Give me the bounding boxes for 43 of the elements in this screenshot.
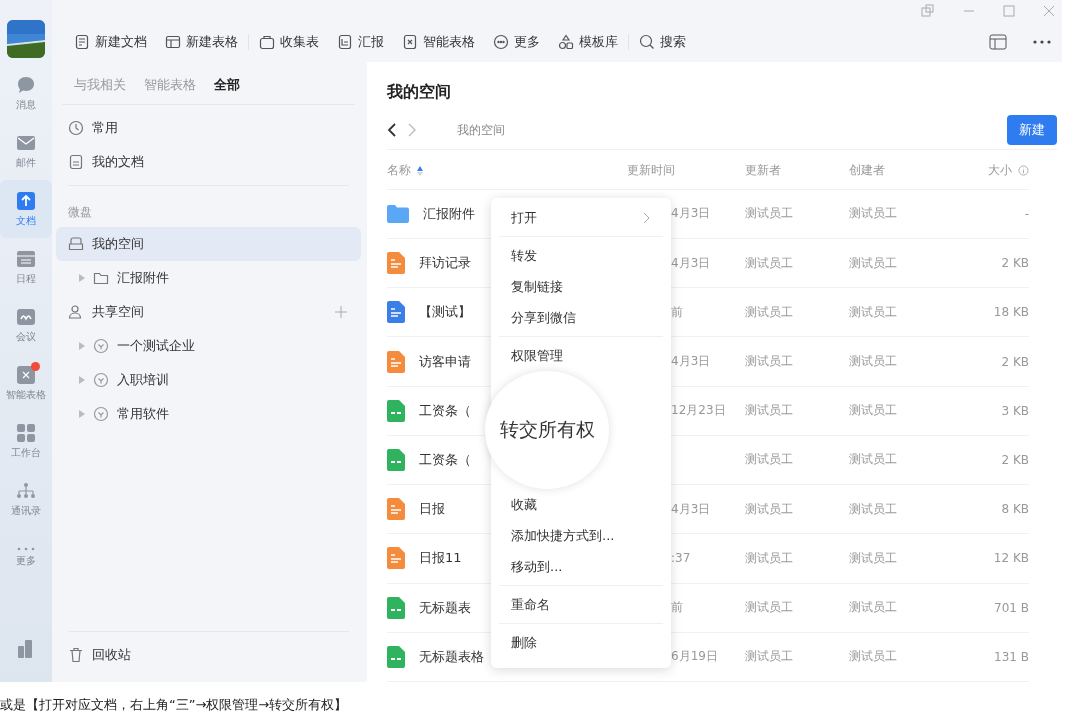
table-cell-text: 测试员工: [745, 205, 794, 223]
table-cell-text: 测试员工: [745, 599, 794, 617]
magnifier-lens: 转交所有权: [485, 371, 609, 489]
table-cell-text: 测试员工: [745, 353, 794, 371]
page-title: 我的空间: [387, 82, 452, 103]
table-cell-text: 测试员工: [745, 402, 794, 420]
table-cell-text: -: [1023, 206, 1029, 221]
table-cell-text: 2 KB: [1000, 453, 1029, 467]
table-cell-text: 测试员工: [849, 303, 898, 321]
table-cell-text: 测试员工: [849, 648, 898, 666]
table-cell-text: 前: [671, 303, 684, 321]
table-cell-text: 测试员工: [849, 500, 898, 518]
caption: 或是【打开对应文档，右上角“三”→权限管理→转交所有权】: [0, 696, 349, 714]
table-cell-text: 12月23日: [671, 402, 727, 420]
table-cell-text: 测试员工: [849, 549, 898, 567]
table-cell-text: 4月3日: [671, 353, 712, 371]
table-cell-text: 4月3日: [671, 500, 712, 518]
table-cell-text: 测试员工: [849, 353, 898, 371]
table-cell-text: 测试员工: [745, 451, 794, 469]
table-cell-text: 测试员工: [745, 303, 794, 321]
table-cell-text: 测试员工: [849, 205, 898, 223]
table-cell-text: 131 B: [993, 649, 1029, 664]
table-cell-text: 测试员工: [745, 648, 794, 666]
table-cell-text: 8 KB: [1000, 502, 1029, 517]
table-cell-text: 测试员工: [849, 254, 898, 272]
table-cell-text: 测试员工: [849, 451, 898, 469]
table-cell-text: 前: [671, 599, 684, 617]
table-cell-text: 18 KB: [992, 305, 1029, 320]
table-cell-text: 2 KB: [1000, 256, 1029, 271]
table-cell-text: 测试员工: [849, 599, 898, 617]
table-cell-text: :37: [671, 551, 692, 566]
table-cell-text: 4月3日: [671, 205, 712, 223]
table-cell-text: 12 KB: [992, 551, 1029, 566]
table-cell-text: 4月3日: [671, 254, 712, 272]
table-cell-text: 测试员工: [745, 549, 794, 567]
table-cell-text: 2 KB: [1000, 354, 1029, 369]
table-cell-text: 6月19日: [671, 648, 719, 666]
table-cell-text: 测试员工: [745, 500, 794, 518]
table-cell-text: 测试员工: [745, 254, 794, 272]
table-cell-text: 3 KB: [1000, 403, 1029, 418]
table-cell-text: 测试员工: [849, 402, 898, 420]
table-cell-text: 701 B: [993, 600, 1029, 615]
section-label: 微盘: [67, 204, 93, 221]
